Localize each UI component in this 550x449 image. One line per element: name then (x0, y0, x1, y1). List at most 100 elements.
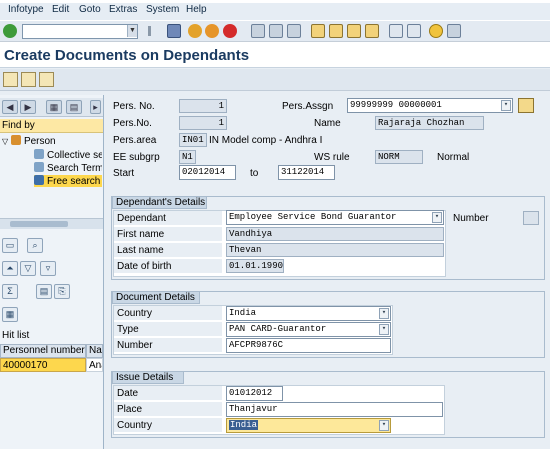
pers-no2-label: Pers.No. (113, 118, 152, 129)
start-label: Start (113, 168, 135, 179)
number-field[interactable] (523, 211, 539, 225)
scroll-right-icon[interactable]: ▸ (90, 100, 101, 114)
find-icon[interactable] (269, 24, 283, 38)
tree-label-search-term: Search Term (47, 163, 102, 174)
enter-icon[interactable] (3, 24, 17, 38)
issue-date-field[interactable]: 01012012 (226, 386, 283, 401)
menu-infotype[interactable]: Infotype (8, 4, 44, 15)
spreadsheet-icon[interactable]: ▦ (2, 307, 18, 322)
save-icon[interactable] (167, 24, 181, 38)
dob-field: 01.01.1990 (226, 259, 284, 273)
hit-list-cell-name[interactable]: Ana (86, 358, 103, 372)
hit-list-column-personnel-number[interactable]: Personnel number (0, 344, 86, 358)
create-session-icon[interactable] (389, 24, 403, 38)
issue-country-label: Country (114, 418, 222, 433)
prev-page-icon[interactable] (329, 24, 343, 38)
document-type-value: PAN CARD-Guarantor (229, 324, 327, 334)
collective-search-icon (34, 149, 44, 159)
sort-icon[interactable]: ⏶ (2, 261, 18, 276)
issue-country-dropdown-icon[interactable]: ▾ (379, 420, 389, 431)
pers-area-text: IN Model comp - Andhra I (209, 135, 323, 146)
dependant-value: Employee Service Bond Guarantor (229, 212, 397, 222)
tree-item-free-search[interactable]: Free search (34, 175, 102, 187)
document-number-label: Number (114, 338, 222, 353)
filter-icon[interactable]: ▽ (20, 261, 36, 276)
search-term-icon (34, 162, 44, 172)
ws-rule-field: NORM (375, 150, 423, 164)
start-date-field[interactable]: 02012014 (179, 165, 236, 180)
command-field[interactable] (22, 24, 138, 39)
menu-extras[interactable]: Extras (109, 4, 137, 15)
exit-icon[interactable] (205, 24, 219, 38)
dependants-group-title: Dependant's Details (112, 196, 207, 209)
tree-item-collective-search[interactable]: Collective sea (34, 149, 102, 161)
dependant-dropdown-icon[interactable]: ▾ (432, 212, 442, 223)
end-date-field[interactable]: 31122014 (278, 165, 335, 180)
pers-area-label: Pers.area (113, 135, 157, 146)
next-page-icon[interactable] (347, 24, 361, 38)
tree-item-search-term[interactable]: Search Term (34, 162, 102, 174)
pers-assgn-label: Pers.Assgn (282, 101, 334, 112)
number-label: Number (453, 213, 489, 224)
help-icon[interactable] (429, 24, 443, 38)
dependant-field[interactable]: Employee Service Bond Guarantor ▾ (226, 210, 444, 225)
shortcut-icon[interactable] (407, 24, 421, 38)
layout-icon[interactable]: ▤ (66, 100, 82, 114)
menu-help[interactable]: Help (186, 4, 207, 15)
print-icon[interactable] (251, 24, 265, 38)
last-page-icon[interactable] (365, 24, 379, 38)
back-icon[interactable] (188, 24, 202, 38)
table-view-icon[interactable]: ▭ (2, 238, 18, 253)
document-country-label: Country (114, 306, 222, 321)
dropdown-icon[interactable]: ▾ (501, 100, 511, 111)
customize-icon[interactable] (447, 24, 461, 38)
document-number-field[interactable]: AFCPR9876C (226, 338, 391, 353)
tree-label-collective: Collective sea (47, 150, 102, 161)
hit-list-column-name[interactable]: Na (86, 344, 103, 358)
ws-rule-text: Normal (437, 152, 470, 163)
tree-item-person[interactable]: ▽ Person (2, 135, 102, 147)
hit-list-cell-personnel-number[interactable]: 40000170 (0, 358, 86, 372)
search-icon[interactable]: ⌕ (27, 238, 43, 253)
pers-no-field: 1 (179, 99, 227, 113)
pers-no-label: Pers. No. (113, 101, 155, 112)
scrollbar-thumb[interactable] (10, 221, 68, 227)
issue-date-label: Date (114, 386, 222, 401)
issue-country-field[interactable]: India ▾ (226, 418, 391, 433)
expand-icon[interactable]: ▽ (2, 137, 8, 146)
export-icon[interactable]: ⎘ (54, 284, 70, 299)
print-list-icon[interactable]: ▤ (36, 284, 52, 299)
first-page-icon[interactable] (311, 24, 325, 38)
pers-area-code-field: IN01 (179, 133, 207, 147)
application-toolbar (0, 69, 550, 91)
copy-icon[interactable] (21, 72, 36, 87)
find-next-icon[interactable] (287, 24, 301, 38)
filter-dropdown-icon[interactable]: ▿ (40, 261, 56, 276)
create-icon[interactable] (3, 72, 18, 87)
image-icon[interactable] (39, 72, 54, 87)
issue-country-value: India (229, 420, 259, 430)
hit-list-label: Hit list (2, 330, 30, 341)
pers-assgn-field[interactable]: 99999999 00000001 ▾ (347, 98, 513, 113)
document-type-field[interactable]: PAN CARD-Guarantor ▾ (226, 322, 391, 337)
nav-back-icon[interactable]: ◀ (2, 100, 18, 114)
document-group-title: Document Details (112, 291, 200, 304)
assignment-select-icon[interactable] (518, 98, 534, 113)
issue-place-field[interactable]: Thanjavur (226, 402, 443, 417)
sum-icon[interactable]: Σ (2, 284, 18, 299)
menu-system[interactable]: System (146, 4, 179, 15)
tree-horizontal-scrollbar[interactable] (0, 218, 103, 229)
cancel-icon[interactable] (223, 24, 237, 38)
issue-place-label: Place (114, 402, 222, 417)
nav-forward-icon[interactable]: ▶ (20, 100, 36, 114)
document-country-field[interactable]: India ▾ (226, 306, 391, 321)
details-icon[interactable]: ▦ (46, 100, 62, 114)
command-dropdown-icon[interactable]: ▼ (127, 25, 137, 37)
document-country-value: India (229, 308, 257, 318)
document-country-dropdown-icon[interactable]: ▾ (379, 308, 389, 319)
document-type-label: Type (114, 322, 222, 337)
name-field: Rajaraja Chozhan (375, 116, 484, 130)
menu-edit[interactable]: Edit (52, 4, 69, 15)
menu-goto[interactable]: Goto (79, 4, 101, 15)
document-type-dropdown-icon[interactable]: ▾ (379, 324, 389, 335)
